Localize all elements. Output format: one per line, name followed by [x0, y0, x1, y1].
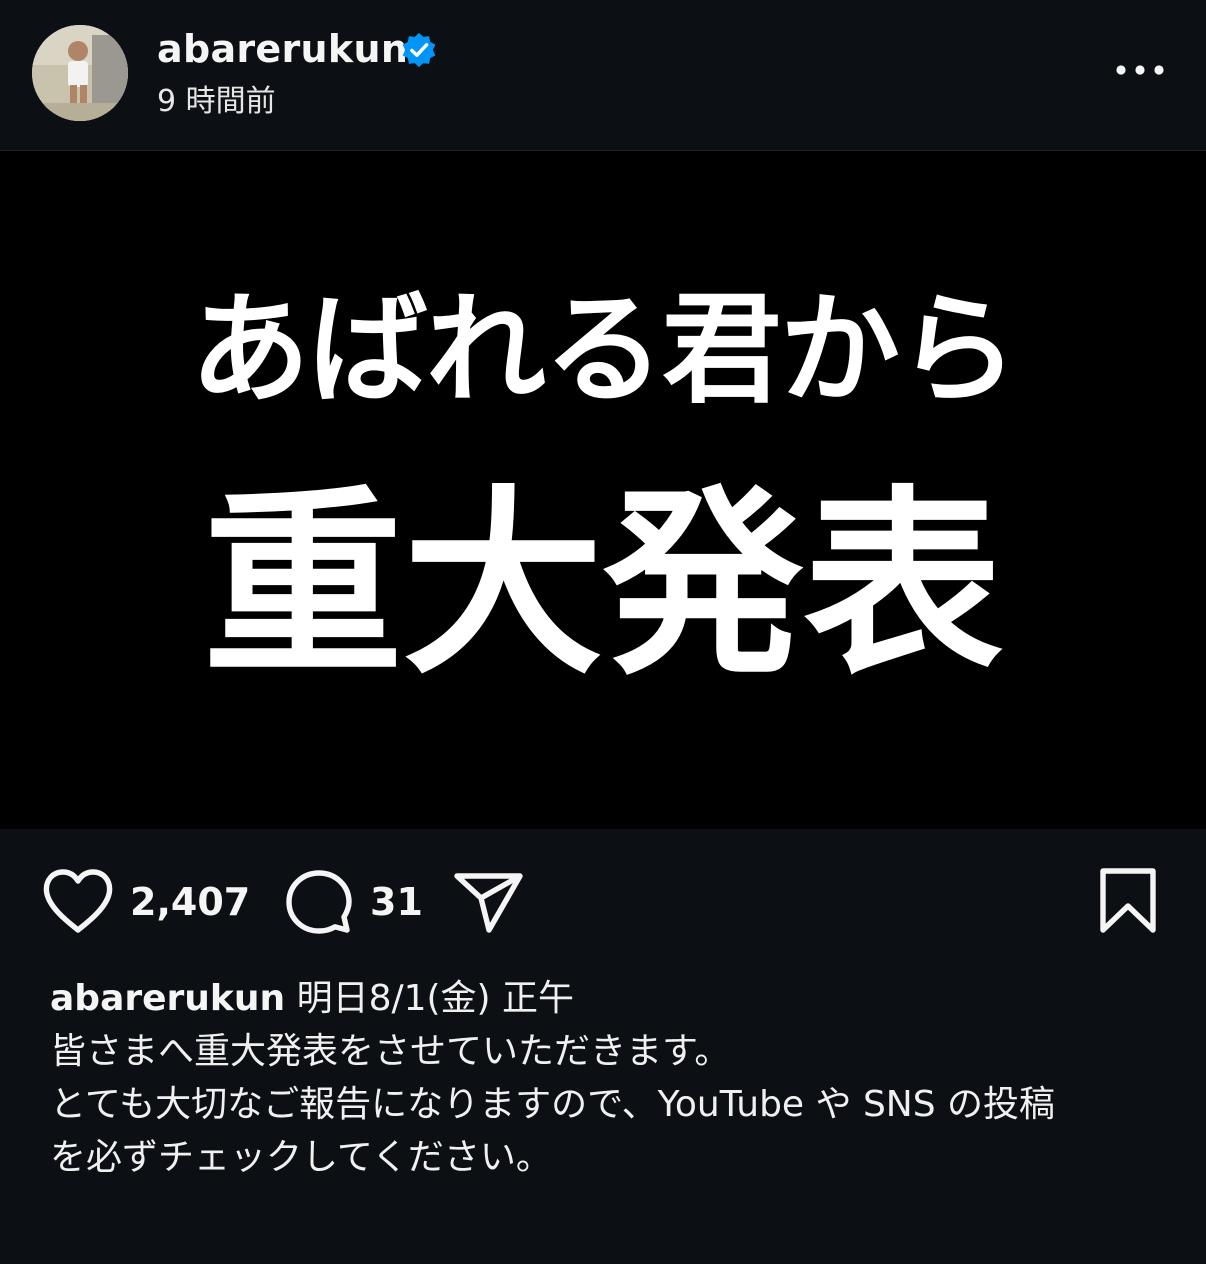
save-button[interactable] — [1096, 866, 1160, 938]
caption-text-2: 皆さまへ重大発表をさせていただきます。 — [50, 1031, 731, 1072]
more-horizontal-icon — [1116, 65, 1164, 75]
share-button[interactable] — [452, 868, 526, 936]
post-image-title: 重大発表 — [202, 467, 1003, 702]
comment-button[interactable] — [284, 868, 354, 936]
post-header: abarerukun 9 時間前 — [0, 0, 1206, 151]
post-author-username[interactable]: abarerukun — [157, 26, 408, 72]
heart-icon — [43, 869, 113, 933]
like-button[interactable] — [42, 868, 114, 936]
caption-text-1: 明日8/1(金) 正午 — [296, 978, 575, 1019]
instagram-post: abarerukun 9 時間前 あばれる君から 重大発表 2,407 31 a… — [0, 0, 1206, 1264]
comment-bubble-icon — [286, 870, 352, 934]
caption-text-4: を必ずチェックしてください。 — [50, 1137, 552, 1178]
post-timestamp: 9 時間前 — [157, 84, 276, 119]
more-options-button[interactable] — [1108, 52, 1172, 88]
verified-badge-icon — [402, 32, 436, 68]
avatar[interactable] — [32, 25, 128, 121]
post-caption: abarerukun 明日8/1(金) 正午 皆さまへ重大発表をさせていただきま… — [50, 972, 1160, 1184]
caption-line-1: abarerukun 明日8/1(金) 正午 — [50, 972, 1160, 1025]
bookmark-icon — [1100, 868, 1156, 933]
post-image-headline: あばれる君から — [190, 279, 1018, 420]
comment-count[interactable]: 31 — [370, 879, 423, 925]
caption-username[interactable]: abarerukun — [50, 978, 285, 1019]
caption-text-3: とても大切なご報告になりますので、YouTube や SNS の投稿 — [50, 1084, 1056, 1125]
like-count[interactable]: 2,407 — [130, 879, 250, 925]
paper-plane-icon — [454, 873, 523, 933]
